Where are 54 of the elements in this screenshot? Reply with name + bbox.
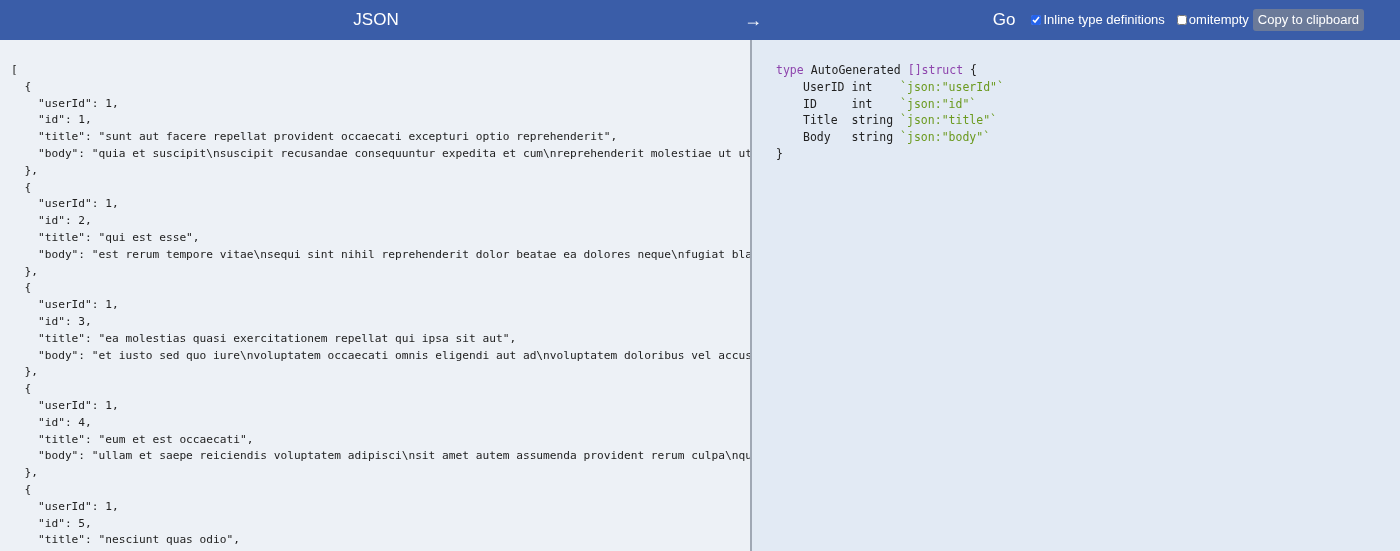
field-tag: `json:"id"`	[900, 95, 1004, 113]
field-type: string	[851, 112, 894, 130]
code-line: },	[23, 364, 38, 381]
copy-button[interactable]: Copy to clipboard	[1252, 9, 1364, 31]
field-type: int	[851, 78, 874, 96]
field-name: ID	[803, 95, 818, 113]
code-line: "body": "ullam et saepe reiciendis voluptatem adipisci\nsit amet autem assumenda provident rerum culpa\nqu	[36, 448, 750, 465]
code-line: {	[23, 78, 32, 95]
field-name: Title	[803, 112, 839, 130]
code-line: "id": 2,	[36, 213, 92, 230]
field-tag: `json:"body"`	[900, 129, 1004, 146]
json-input-area[interactable]	[0, 40, 752, 551]
code-brace: {	[970, 62, 978, 79]
code-line: "title": "nesciunt quas odio",	[36, 532, 240, 549]
code-line: "title": "sunt aut facere repellat provident occaecati excepturi optio reprehenderit",	[36, 129, 618, 146]
panel-title: Go	[992, 9, 1016, 32]
code-line: "title": "qui est esse",	[36, 229, 200, 246]
option-checkbox[interactable]	[1031, 15, 1042, 25]
code-line: {	[23, 381, 32, 398]
code-line: "userId": 1,	[36, 297, 119, 314]
option-checkbox[interactable]	[1176, 15, 1187, 25]
option-label: omitempty	[1188, 11, 1249, 30]
code-line: [	[11, 62, 18, 78]
code-line: "id": 1,	[36, 112, 92, 129]
code-line: "title": "eum et est occaecati",	[36, 431, 254, 448]
field-name: Body	[803, 129, 832, 146]
code-keyword: type	[776, 62, 804, 79]
code-line: "userId": 1,	[36, 397, 119, 414]
code-line: "id": 5,	[36, 515, 92, 532]
code-line: "body": "et iusto sed quo iure\nvoluptatem occaecati omnis eligendi aut ad\nvoluptatem doloribus vel accus	[36, 347, 750, 364]
field-type: string	[851, 129, 894, 146]
code-line: "body": "quia et suscipit\nsuscipit recusandae consequuntur expedita et cum\nreprehenderit molestiae ut ut	[36, 146, 750, 162]
code-line: "userId": 1,	[36, 95, 119, 112]
panel-title: JSON	[353, 9, 399, 32]
field-name: UserID	[803, 78, 845, 96]
code-line: },	[23, 162, 38, 179]
code-line: "id": 4,	[36, 414, 92, 431]
code-line: },	[23, 465, 38, 482]
code-line: "userId": 1,	[36, 498, 119, 515]
field-tag: `json:"title"`	[900, 112, 1004, 130]
code-line: {	[23, 179, 32, 196]
arrow-icon: →	[744, 6, 762, 34]
code-line: "id": 3,	[36, 313, 92, 330]
code-line: {	[23, 481, 32, 498]
code-keyword: []struct	[907, 62, 964, 79]
field-type: int	[851, 95, 874, 113]
code-brace: }	[776, 147, 783, 161]
code-line: {	[23, 280, 32, 297]
code-line: },	[23, 263, 38, 280]
field-tag: `json:"userId"`	[900, 78, 1004, 96]
code-line: "title": "ea molestias quasi exercitationem repellat qui ipsa sit aut",	[36, 330, 517, 347]
option-label: Inline type definitions	[1043, 11, 1165, 30]
code-type-name: AutoGenerated	[810, 62, 901, 79]
code-line: "userId": 1,	[36, 196, 119, 213]
